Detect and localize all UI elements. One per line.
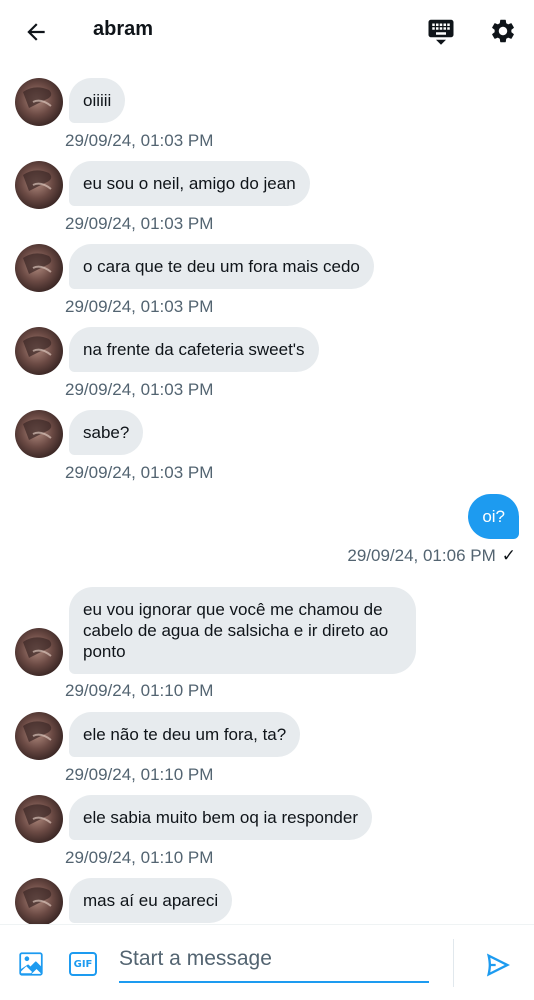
message-list[interactable]: oiiiii 29/09/24, 01:03 PM eu sou o neil,…	[0, 62, 534, 924]
avatar[interactable]	[15, 327, 63, 375]
settings-button[interactable]	[485, 13, 521, 49]
message-bubble[interactable]: o cara que te deu um fora mais cedo	[69, 244, 374, 289]
message-timestamp: 29/09/24, 01:03 PM	[65, 380, 214, 399]
message-timestamp: 29/09/24, 01:10 PM	[65, 765, 214, 784]
message-timestamp: 29/09/24, 01:03 PM	[65, 131, 214, 150]
conversation-title[interactable]: abram	[93, 18, 153, 41]
message-bubble[interactable]: eu sou o neil, amigo do jean	[69, 161, 310, 206]
avatar[interactable]	[15, 712, 63, 760]
avatar[interactable]	[15, 628, 63, 676]
composer-divider	[453, 939, 454, 987]
send-button[interactable]	[480, 947, 516, 983]
avatar[interactable]	[15, 244, 63, 292]
keyboard-button[interactable]	[423, 13, 459, 49]
conversation-header: abram	[0, 0, 534, 62]
message-timestamp: 29/09/24, 01:03 PM	[65, 214, 214, 233]
message-timestamp: 29/09/24, 01:10 PM	[65, 848, 214, 867]
gif-icon: GIF	[69, 952, 97, 976]
message-timestamp: 29/09/24, 01:03 PM	[65, 463, 214, 482]
avatar[interactable]	[15, 878, 63, 924]
message-bubble[interactable]: ele não te deu um fora, ta?	[69, 712, 301, 757]
avatar[interactable]	[15, 78, 63, 126]
image-icon	[19, 952, 43, 976]
checkmark-icon: ✓	[501, 546, 516, 565]
message-bubble[interactable]: mas aí eu apareci	[69, 878, 233, 923]
message-bubble[interactable]: eu vou ignorar que você me chamou de cab…	[69, 587, 416, 674]
gear-icon	[492, 19, 514, 43]
message-bubble[interactable]: ele sabia muito bem oq ia responder	[69, 795, 372, 840]
avatar[interactable]	[15, 161, 63, 209]
back-button[interactable]	[18, 14, 54, 50]
message-bubble[interactable]: oiiiii	[69, 78, 126, 123]
keyboard-icon	[428, 19, 454, 45]
arrow-left-icon	[27, 23, 45, 41]
avatar[interactable]	[15, 795, 63, 843]
message-input[interactable]	[119, 943, 429, 983]
message-bubble[interactable]: na frente da cafeteria sweet's	[69, 327, 319, 372]
message-timestamp: 29/09/24, 01:03 PM	[65, 297, 214, 316]
message-composer: GIF	[0, 924, 534, 1000]
send-icon	[486, 953, 510, 977]
add-gif-button[interactable]: GIF	[66, 947, 100, 981]
avatar[interactable]	[15, 410, 63, 458]
message-timestamp-sent: 29/09/24, 01:06 PM ✓	[347, 546, 516, 566]
sent-timestamp-text: 29/09/24, 01:06 PM	[347, 546, 496, 565]
add-image-button[interactable]	[14, 947, 48, 981]
message-bubble-sent[interactable]: oi?	[468, 494, 519, 539]
message-bubble[interactable]: sabe?	[69, 410, 144, 455]
message-timestamp: 29/09/24, 01:10 PM	[65, 681, 214, 700]
